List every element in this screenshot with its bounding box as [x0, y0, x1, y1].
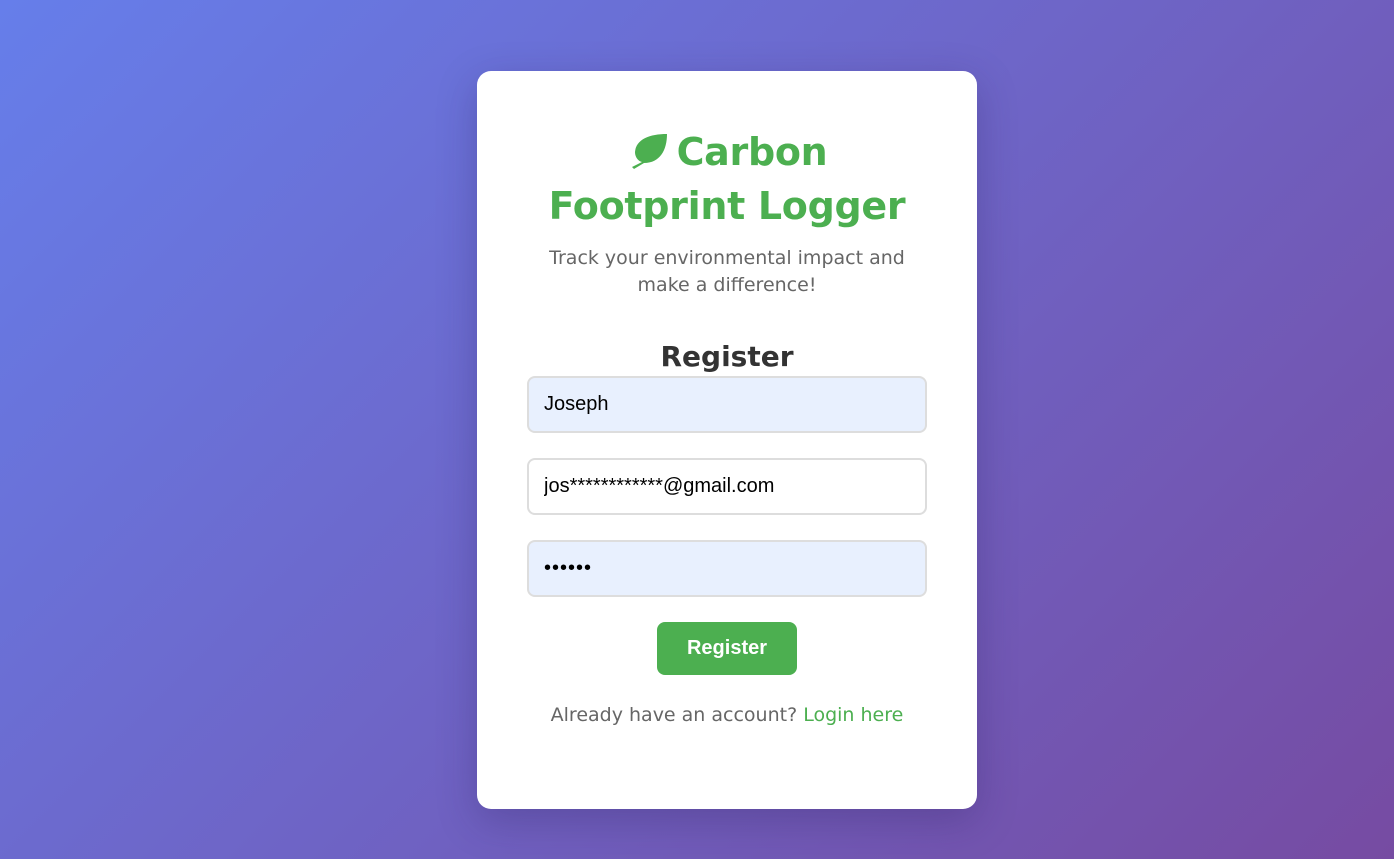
- email-field[interactable]: [527, 458, 927, 515]
- register-button[interactable]: Register: [657, 622, 797, 675]
- app-title: Carbon Footprint Logger: [548, 130, 906, 228]
- register-heading: Register: [660, 340, 794, 373]
- password-field[interactable]: [527, 540, 927, 597]
- app-title-block: Carbon Footprint Logger: [527, 125, 927, 233]
- leaf-icon: [627, 131, 669, 169]
- register-card: Carbon Footprint Logger Track your envir…: [477, 71, 977, 809]
- login-prompt: Already have an account? Login here: [527, 701, 927, 729]
- login-prompt-text: Already have an account?: [550, 704, 798, 726]
- login-link[interactable]: Login here: [803, 704, 903, 726]
- name-field[interactable]: [527, 376, 927, 433]
- app-subtitle: Track your environmental impact and make…: [549, 247, 905, 296]
